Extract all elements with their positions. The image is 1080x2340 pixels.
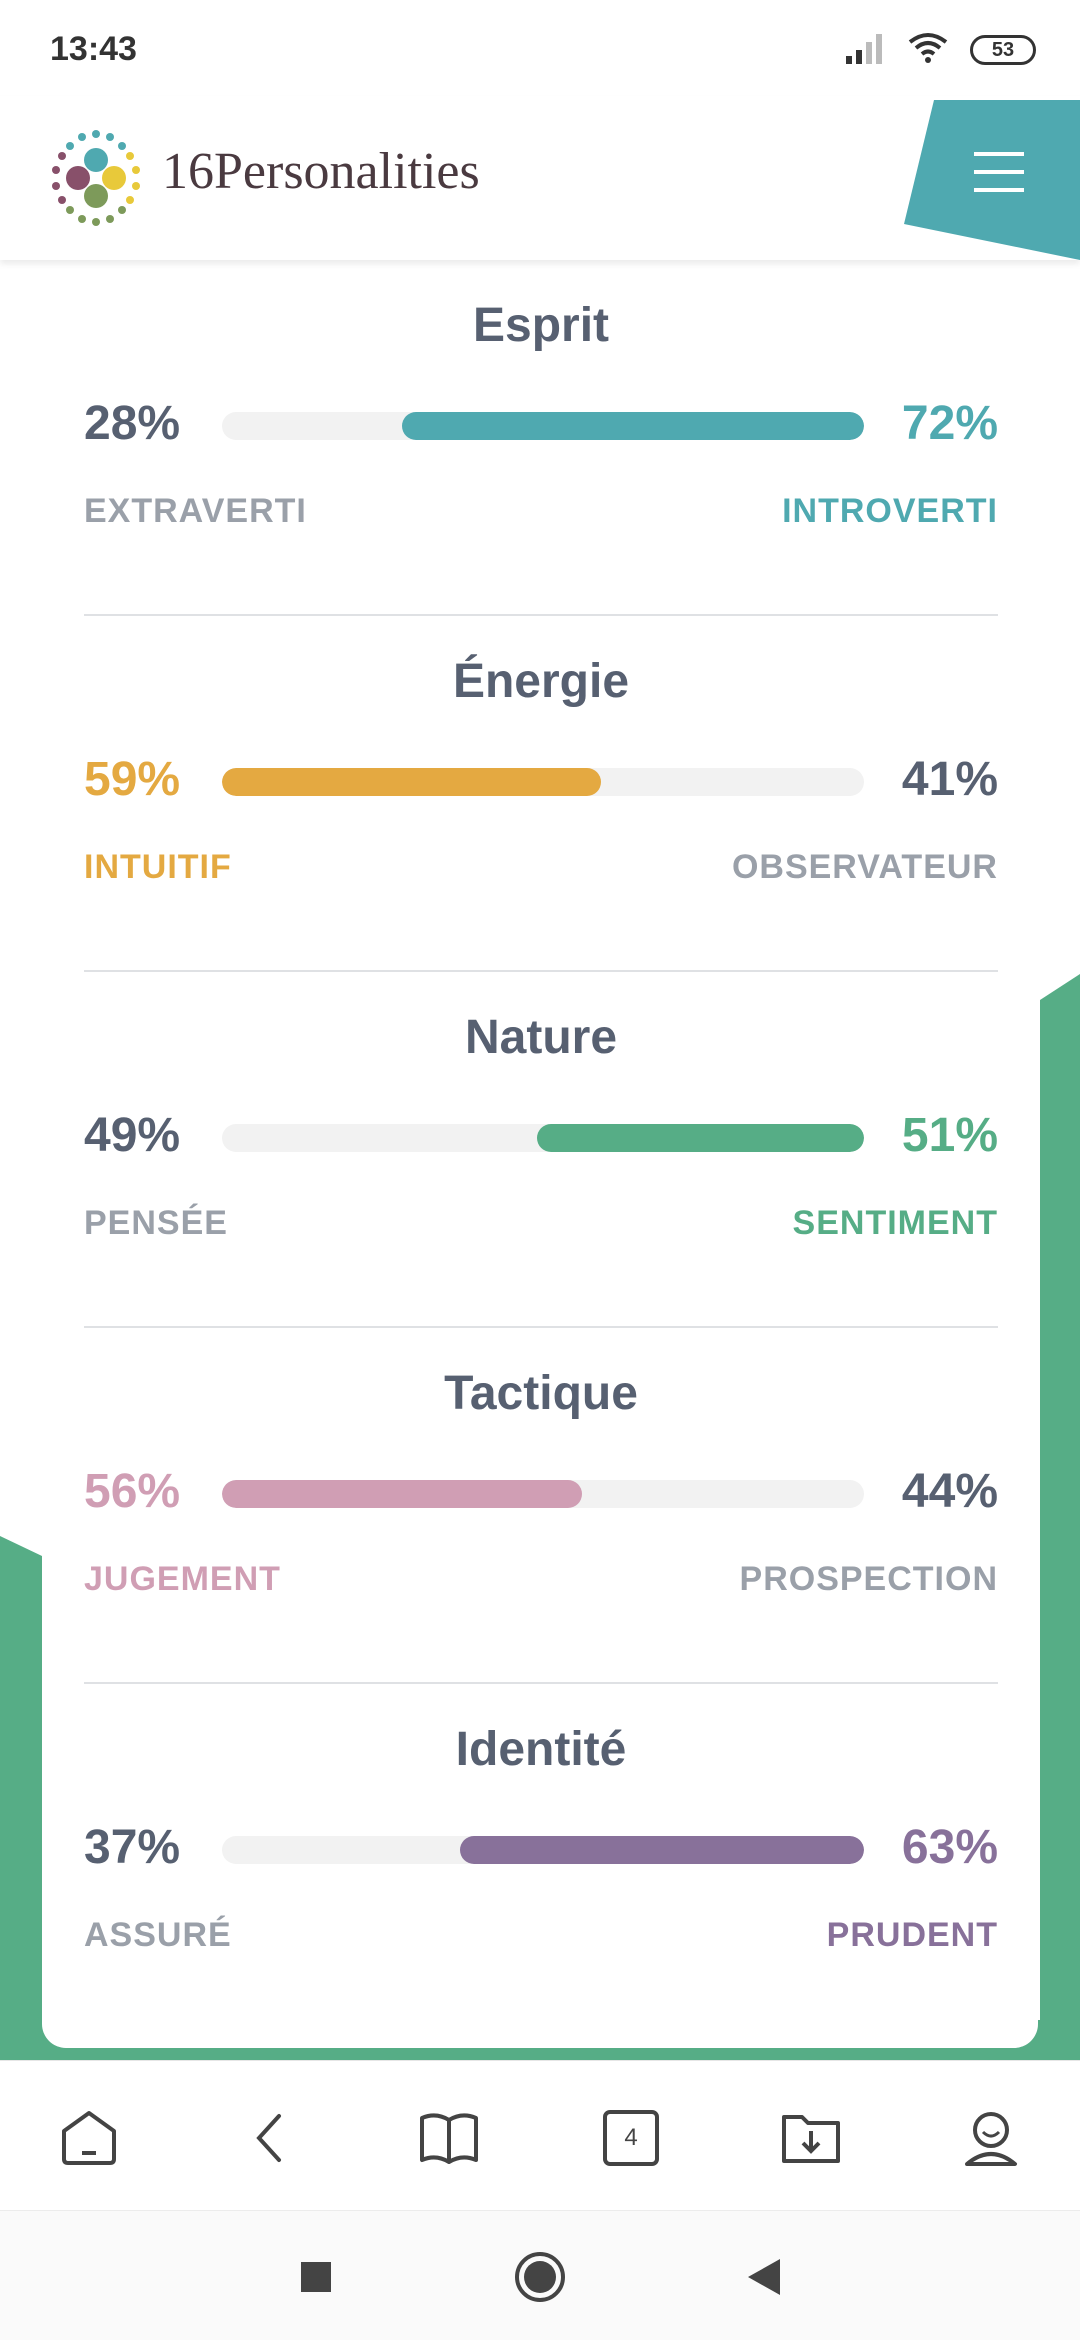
trait-left-percent: 37% [84,1821,181,1874]
battery-icon: 53 [970,35,1036,65]
trait-right-percent: 72% [901,397,998,450]
trait-row: Énergie 59% 41% INTUITIF OBSERVATEUR [84,616,998,972]
profile-icon[interactable] [956,2103,1026,2173]
trait-right-label: SENTIMENT [792,1204,998,1242]
trait-right-percent: 63% [901,1821,998,1874]
battery-level: 53 [991,38,1015,61]
wifi-icon [908,32,948,69]
downloads-icon[interactable] [776,2103,846,2173]
back-icon[interactable] [234,2103,304,2173]
trait-left-label: JUGEMENT [84,1560,281,1598]
trait-title: Nature [464,1011,618,1064]
trait-title: Énergie [452,655,630,708]
back-triangle-icon[interactable] [734,2247,794,2307]
trait-row: Identité 37% 63% ASSURÉ PRUDENT [84,1684,998,2040]
tabs-count: 4 [624,2124,638,2151]
trait-right-label: PRUDENT [826,1916,998,1954]
trait-bar [222,1124,864,1152]
trait-title: Identité [455,1723,627,1776]
menu-button[interactable] [904,96,1080,260]
system-nav-bar [0,2210,1080,2340]
trait-bar [222,1836,864,1864]
logo-text[interactable]: 16Personalities [162,142,480,201]
trait-title: Esprit [472,299,610,352]
trait-bar-fill [402,412,864,440]
trait-right-percent: 41% [901,753,998,806]
trait-left-label: EXTRAVERTI [84,492,307,530]
trait-right-label: OBSERVATEUR [731,848,998,886]
trait-row: Esprit 28% 72% EXTRAVERTI INTROVERTI [84,260,998,616]
trait-right-label: INTROVERTI [782,492,998,530]
trait-right-label: PROSPECTION [739,1560,998,1598]
status-bar: 13:43 53 [0,0,1080,96]
trait-right-percent: 44% [901,1465,998,1518]
home-circle-icon[interactable] [510,2247,570,2307]
trait-bar-fill [222,1480,582,1508]
trait-bar [222,1480,864,1508]
status-icons: 53 [844,30,1036,70]
traits-card: Esprit 28% 72% EXTRAVERTI INTROVERTI Énergie 5… [42,260,1038,2048]
home-icon[interactable] [54,2103,124,2173]
trait-bar-fill [460,1836,864,1864]
trait-left-label: INTUITIF [84,848,232,886]
trait-left-percent: 28% [84,397,181,450]
trait-left-percent: 49% [84,1109,181,1162]
signal-icon [844,32,886,69]
trait-right-percent: 51% [901,1109,998,1162]
browser-toolbar: 4 [0,2060,1080,2210]
trait-row: Nature 49% 51% PENSÉE SENTIMENT [84,972,998,1328]
status-time: 13:43 [50,30,137,68]
trait-bar [222,412,864,440]
reading-mode-icon[interactable] [414,2103,484,2173]
trait-bar [222,768,864,796]
site-header: 16Personalities [0,96,1080,260]
logo-icon[interactable] [44,126,148,230]
trait-bar-fill [537,1124,864,1152]
trait-left-percent: 59% [84,753,181,806]
tabs-icon[interactable]: 4 [596,2103,666,2173]
recents-icon[interactable] [286,2247,346,2307]
trait-left-percent: 56% [84,1465,181,1518]
trait-title: Tactique [444,1367,638,1420]
trait-left-label: PENSÉE [84,1204,228,1242]
trait-left-label: ASSURÉ [84,1916,232,1954]
trait-bar-fill [222,768,601,796]
trait-row: Tactique 56% 44% JUGEMENT PROSPECTION [84,1328,998,1684]
